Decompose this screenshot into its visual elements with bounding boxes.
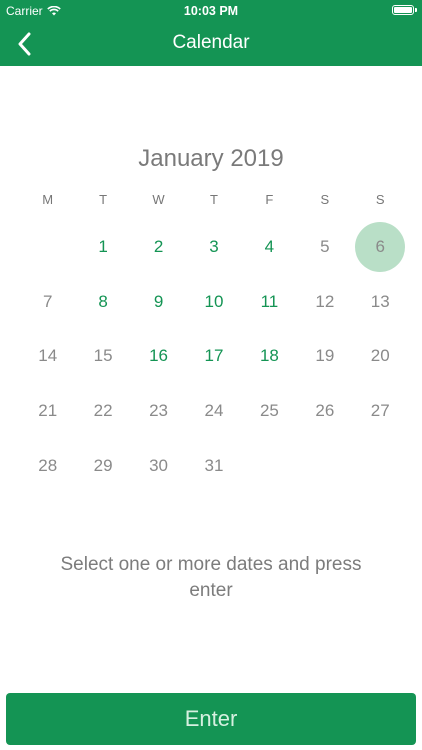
day-cell: 5 [297, 220, 352, 275]
day-cell[interactable]: 3 [186, 220, 241, 275]
day-cell: 29 [75, 438, 130, 493]
day-number: 30 [149, 455, 169, 475]
day-cell: 12 [297, 275, 352, 330]
day-cell: 13 [353, 275, 408, 330]
day-number: 25 [259, 401, 279, 421]
day-cell: 15 [75, 329, 130, 384]
day-cell[interactable]: 17 [186, 329, 241, 384]
day-number: 8 [98, 291, 108, 311]
weekday-label: W [152, 192, 165, 207]
weekday-label: F [265, 192, 274, 207]
nav-title: Calendar [172, 32, 250, 53]
day-cell: 25 [242, 384, 297, 439]
day-cell[interactable]: 8 [75, 275, 130, 330]
day-cell: 27 [353, 384, 408, 439]
day-cell: 31 [186, 438, 241, 493]
day-cell: 24 [186, 384, 241, 439]
instructions-text: Select one or more dates and press enter [60, 554, 362, 601]
day-number: 10 [204, 291, 224, 311]
day-cell: 26 [297, 384, 352, 439]
weekday-label: S [320, 192, 330, 207]
day-cell: 22 [75, 384, 130, 439]
day-number: 9 [153, 291, 164, 311]
days-grid: 1 2 3 4 5 6 7 8 9 10 11 12 13 14 15 16 17 18 19 20 21 22 23 24 2… [20, 220, 408, 493]
day-cell[interactable]: 4 [242, 220, 297, 275]
day-number: 1 [98, 237, 108, 257]
weekday-header: MTWTFSS [20, 192, 408, 207]
day-cell[interactable]: 9 [131, 275, 186, 330]
day-number: 13 [370, 291, 390, 311]
day-number: 23 [149, 401, 169, 421]
day-cell: 21 [20, 384, 75, 439]
day-number: 27 [370, 401, 390, 421]
day-number: 11 [260, 291, 279, 311]
status-time: 10:03 PM [183, 4, 239, 18]
day-number: 29 [93, 455, 113, 475]
day-cell: 14 [20, 329, 75, 384]
day-cell[interactable]: 11 [242, 275, 297, 330]
day-cell[interactable]: 18 [242, 329, 297, 384]
day-cell-today: 6 [353, 220, 408, 275]
day-number: 5 [320, 237, 330, 257]
day-number: 19 [315, 346, 335, 366]
day-cell: 19 [297, 329, 352, 384]
day-number: 2 [153, 237, 164, 257]
day-blank [20, 220, 75, 275]
day-cell: 23 [131, 384, 186, 439]
weekday-label: M [42, 192, 54, 207]
day-cell[interactable]: 16 [131, 329, 186, 384]
day-number: 31 [204, 455, 224, 475]
day-cell: 7 [20, 275, 75, 330]
weekday-label: T [99, 192, 108, 207]
day-number: 3 [209, 237, 219, 257]
day-cell: 20 [353, 329, 408, 384]
day-number: 21 [38, 401, 58, 421]
day-number: 24 [204, 401, 224, 421]
day-cell: 30 [131, 438, 186, 493]
weekday-label: T [210, 192, 218, 207]
day-number: 20 [370, 346, 390, 366]
day-cell[interactable]: 10 [186, 275, 241, 330]
day-number: 15 [93, 346, 113, 366]
calendar-screen: Carrier 10:03 PM Calendar January 2019 M… [0, 0, 422, 750]
enter-button-label: Enter [184, 706, 238, 731]
day-number: 22 [93, 401, 113, 421]
day-number: 4 [264, 237, 275, 257]
day-number: 26 [315, 401, 335, 421]
day-number: 12 [315, 291, 335, 311]
battery-icon [392, 5, 417, 15]
day-cell[interactable]: 1 [75, 220, 130, 275]
enter-button[interactable]: Enter [6, 693, 416, 745]
weekday-label: S [375, 192, 385, 207]
nav-bar: Calendar [0, 22, 422, 66]
day-cell: 28 [20, 438, 75, 493]
day-number: 28 [38, 455, 58, 475]
day-number: 17 [204, 346, 224, 366]
day-number: 7 [42, 291, 53, 311]
day-number: 14 [38, 346, 58, 366]
status-bar: Carrier 10:03 PM [0, 0, 422, 22]
day-number: 6 [375, 237, 385, 257]
month-title: January 2019 [138, 145, 284, 172]
day-number: 18 [259, 346, 279, 366]
day-number: 16 [149, 346, 169, 366]
day-cell[interactable]: 2 [131, 220, 186, 275]
